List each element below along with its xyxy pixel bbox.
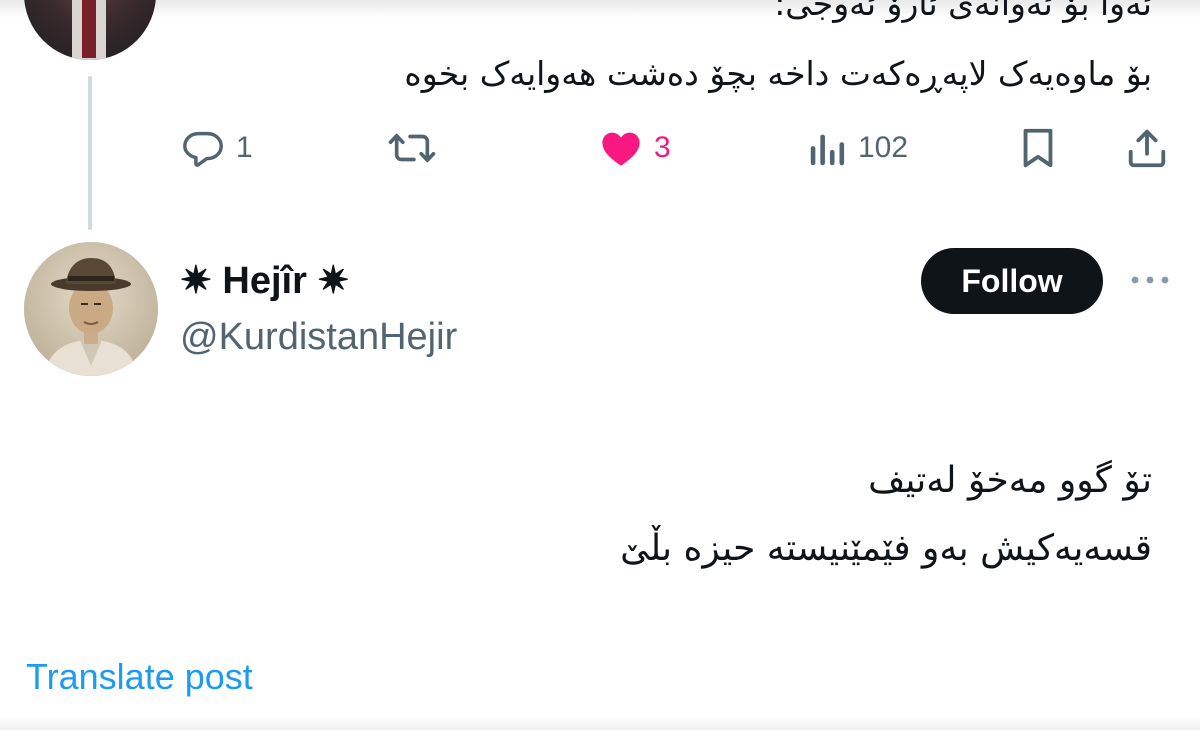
views-icon <box>808 125 848 171</box>
reply-button[interactable]: 1 <box>180 124 253 172</box>
reply-icon <box>180 125 226 171</box>
previous-post-avatar[interactable] <box>24 0 156 60</box>
views-button[interactable]: 102 <box>808 124 908 172</box>
follow-button[interactable]: Follow <box>921 248 1103 314</box>
repost-button[interactable] <box>386 124 448 172</box>
author-handle[interactable]: @KurdistanHejir <box>180 314 457 360</box>
repost-icon <box>386 125 438 171</box>
post-text-line-1: تۆ گوو مەخۆ لەتیف <box>868 460 1152 501</box>
tweet-thread: ئەوا بۆ ئەوانەی ئارۆ ئەوجی: بۆ ماوەیەک ل… <box>0 0 1200 730</box>
bookmark-icon <box>1016 125 1060 171</box>
bottom-edge-shadow <box>0 716 1200 730</box>
translate-post-link[interactable]: Translate post <box>26 654 253 700</box>
more-options-button[interactable] <box>1128 266 1172 296</box>
author-name[interactable]: ✷ Hejîr ✷ <box>180 258 349 304</box>
post-text-line-2: قسەیەکیش بەو فێمێنیستە حیزە بڵێ <box>620 528 1152 569</box>
like-button[interactable]: 3 <box>598 124 671 172</box>
more-icon <box>1128 272 1172 291</box>
previous-post-text-line-2: بۆ ماوەیەک لاپەڕەکەت داخە بچۆ دەشت هەوای… <box>404 54 1152 93</box>
previous-post-text-line-1: ئەوا بۆ ئەوانەی ئارۆ ئەوجی: <box>774 0 1152 23</box>
like-count: 3 <box>654 131 671 164</box>
reply-count: 1 <box>236 131 253 164</box>
share-button[interactable] <box>1124 124 1170 172</box>
bookmark-button[interactable] <box>1016 124 1060 172</box>
views-count: 102 <box>858 131 909 164</box>
share-icon <box>1124 125 1170 171</box>
thread-connector-line <box>88 76 92 230</box>
author-avatar[interactable] <box>24 242 158 376</box>
heart-icon <box>598 125 644 171</box>
